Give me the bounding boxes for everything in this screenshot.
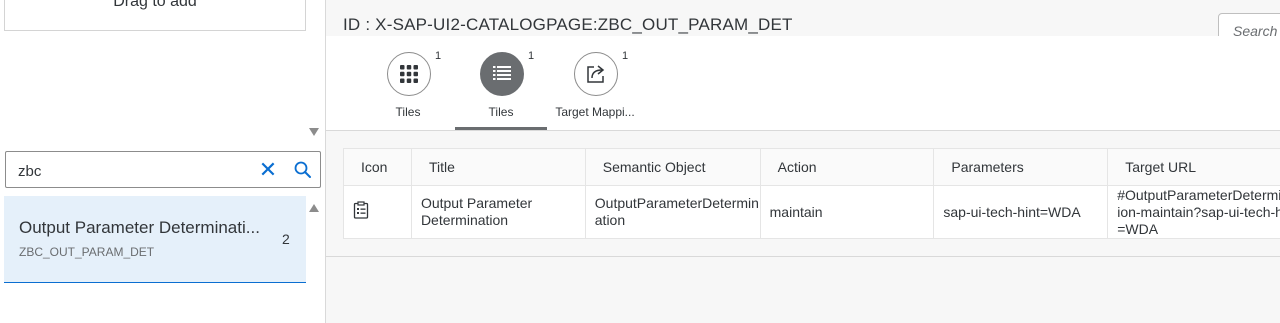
scroll-up-arrow-icon[interactable] (309, 204, 319, 212)
list-icon (493, 66, 511, 80)
scroll-down-arrow-icon[interactable] (309, 128, 319, 136)
grid-icon (400, 65, 418, 83)
tab-count-badge: 1 (622, 50, 629, 62)
page-title: ID : X-SAP-UI2-CATALOGPAGE:ZBC_OUT_PARAM… (343, 15, 793, 34)
column-header-icon[interactable]: Icon (343, 148, 412, 186)
column-header-title[interactable]: Title (410, 148, 586, 186)
clear-icon[interactable]: ✕ (258, 159, 278, 181)
tab-bar: 1 Tiles 1 Tiles 1 Target Mappi... (326, 36, 1280, 131)
row-target-url-cell: #OutputParameterDetermination-maintain?s… (1107, 185, 1280, 239)
tab-icon-container (480, 52, 524, 96)
share-icon (587, 65, 605, 83)
catalog-side-panel: Drag to add ✕ Output Parameter Determina… (0, 0, 326, 323)
divider (326, 256, 1280, 257)
tab-target-mappings[interactable]: 1 Target Mappi... (549, 36, 641, 130)
catalog-search-input[interactable] (16, 158, 240, 184)
column-header-action[interactable]: Action (759, 148, 935, 186)
catalog-item-count: 2 (282, 231, 290, 247)
catalog-list-item[interactable]: Output Parameter Determinati... ZBC_OUT_… (4, 196, 306, 283)
drag-to-add-area[interactable]: Drag to add (4, 0, 306, 31)
tab-count-badge: 1 (528, 50, 535, 62)
catalog-item-id: ZBC_OUT_PARAM_DET (19, 245, 155, 259)
tab-tiles-list[interactable]: 1 Tiles (455, 36, 547, 130)
table-header-row: Icon Title Semantic Object Action Parame… (343, 148, 1280, 186)
column-header-target-url[interactable]: Target URL (1107, 148, 1280, 186)
column-header-semantic-object[interactable]: Semantic Object (584, 148, 761, 186)
tab-icon-container (574, 52, 618, 96)
catalog-search-field[interactable]: ✕ (5, 151, 321, 188)
row-parameters-cell: sap-ui-tech-hint=WDA (933, 185, 1109, 239)
tab-count-badge: 1 (435, 50, 442, 62)
row-title-cell: Output Parameter Determination (410, 185, 586, 239)
tab-label: Tiles (488, 105, 514, 119)
checklist-icon (353, 201, 369, 219)
tab-label: Tiles (395, 105, 421, 119)
target-mapping-table: Icon Title Semantic Object Action Parame… (343, 148, 1280, 239)
row-action-cell: maintain (759, 185, 935, 239)
column-header-parameters[interactable]: Parameters (933, 148, 1109, 186)
selected-tab-indicator (455, 127, 547, 130)
drag-to-add-label: Drag to add (113, 0, 197, 10)
tab-tiles-grid[interactable]: 1 Tiles (362, 36, 454, 130)
table-row[interactable]: Output Parameter Determination OutputPar… (343, 185, 1280, 239)
catalog-item-title: Output Parameter Determinati... (19, 218, 260, 237)
row-icon-cell (343, 185, 412, 239)
tab-label: Target Mappi... (555, 105, 635, 119)
tab-icon-container (387, 52, 431, 96)
search-icon[interactable] (293, 160, 313, 180)
row-semantic-object-cell: OutputParameterDetermination (584, 185, 761, 239)
